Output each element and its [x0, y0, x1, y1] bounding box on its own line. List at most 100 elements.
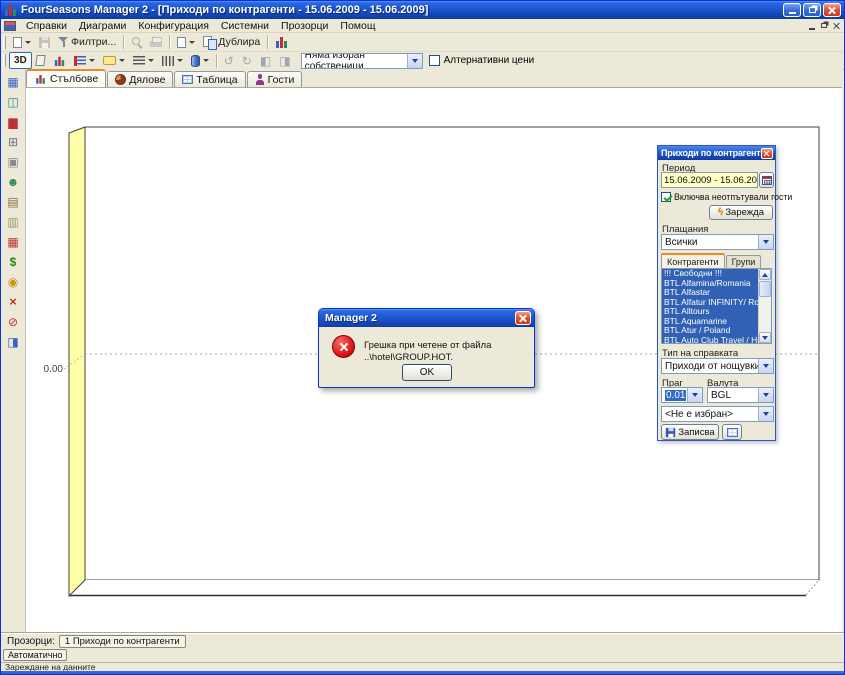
new-button[interactable] — [9, 34, 35, 51]
copy-button[interactable] — [173, 34, 199, 51]
rotate-ccw-button[interactable]: ↺ — [220, 52, 238, 69]
combo-dropdown-button[interactable] — [758, 235, 773, 249]
restore-button[interactable] — [803, 3, 821, 17]
calculator-button[interactable]: ⊞ — [4, 133, 23, 150]
separator — [123, 35, 124, 49]
tab-pie[interactable]: Дялове — [107, 71, 173, 87]
load-button[interactable]: ϟ Зарежда — [709, 205, 773, 220]
list-scrollbar[interactable] — [758, 269, 771, 343]
contragents-listbox[interactable]: !!! Свободни !!! BTL Alfamina/Romania BT… — [661, 268, 772, 344]
close-button[interactable] — [823, 3, 841, 17]
payments-button[interactable]: ◉ — [4, 273, 23, 290]
table-view-button[interactable] — [722, 424, 742, 440]
folder-report-button[interactable]: ▤ — [4, 193, 23, 210]
guests-button[interactable]: ☻ — [4, 173, 23, 190]
app-window: FourSeasons Manager 2 - [Приходи по конт… — [0, 0, 845, 675]
minimize-button[interactable] — [783, 3, 801, 17]
scrollbar-thumb[interactable] — [759, 281, 771, 297]
menu-reports[interactable]: Справки — [20, 20, 73, 32]
solid-button[interactable] — [187, 52, 213, 69]
chart-panel-button[interactable]: ◨ — [4, 333, 23, 350]
tab-table[interactable]: Таблица — [174, 71, 245, 87]
legend-button[interactable] — [70, 52, 99, 69]
threshold-combobox[interactable]: 0.01 — [661, 387, 703, 403]
panel-close-button[interactable] — [761, 148, 773, 159]
chart-button[interactable] — [271, 34, 292, 51]
combo-dropdown-button[interactable] — [687, 388, 702, 402]
window-toggle-button[interactable]: 1 Приходи по контрагенти — [59, 635, 186, 648]
alt-prices-checkbox[interactable] — [429, 55, 440, 66]
menu-help[interactable]: Помощ — [334, 20, 381, 32]
mdi-minimize-button[interactable] — [809, 28, 815, 30]
toolbar-grip[interactable] — [3, 54, 6, 67]
currency-combobox[interactable]: BGL — [707, 387, 774, 403]
copy-report-button[interactable]: ▣ — [4, 153, 23, 170]
list-item[interactable]: !!! Свободни !!! — [662, 269, 758, 279]
filter-button[interactable]: Филтри... — [54, 34, 120, 51]
list-item[interactable]: BTL Atur / Poland — [662, 326, 758, 336]
list-item[interactable]: BTL Auto Club Travel / Hunga — [662, 336, 758, 344]
tab-guests[interactable]: Гости — [247, 71, 303, 87]
depth-increase-button[interactable]: ◨ — [275, 52, 294, 69]
duplicate-button[interactable]: Дублира — [199, 34, 264, 51]
menu-configuration[interactable]: Конфигурация — [132, 20, 214, 32]
mdi-document-icon[interactable] — [4, 21, 16, 31]
clone-window-button[interactable]: ◫ — [4, 93, 23, 110]
payments-value: Всички — [665, 237, 697, 248]
depth-decrease-button[interactable]: ◧ — [256, 52, 275, 69]
panel-title-bar[interactable]: Приходи по контрагенти — [658, 146, 775, 160]
list-item[interactable]: BTL Alfamina/Romania — [662, 279, 758, 289]
mdi-close-button[interactable] — [833, 22, 840, 29]
scroll-down-button[interactable] — [759, 332, 771, 343]
scroll-up-button[interactable] — [759, 269, 771, 280]
list-item[interactable]: BTL Alltours — [662, 307, 758, 317]
mini-chart-button[interactable] — [49, 52, 70, 69]
owner-combobox[interactable]: Няма избран собственици — [301, 53, 423, 69]
rotate-cw-button[interactable]: ↻ — [238, 52, 256, 69]
pointer-button[interactable] — [32, 52, 49, 69]
dialog-title: Manager 2 — [325, 312, 515, 324]
list-item[interactable]: BTL Alfastar — [662, 288, 758, 298]
combo-dropdown-button[interactable] — [758, 359, 773, 373]
report-type-combobox[interactable]: Приходи от нощувки — [661, 358, 774, 374]
menu-diagrams[interactable]: Диаграми — [73, 20, 132, 32]
print-button[interactable] — [146, 34, 166, 51]
template-combobox[interactable]: <Не е избран> — [661, 406, 774, 422]
list-item[interactable]: BTL Alfatur INFINITY/ Romani — [662, 298, 758, 308]
panel-tab-groups[interactable]: Групи — [726, 255, 762, 268]
windows-grid-button[interactable]: ▦ — [4, 73, 23, 90]
mdi-restore-button[interactable] — [821, 23, 827, 28]
ok-button[interactable]: OK — [402, 364, 452, 381]
menu-system[interactable]: Системни — [215, 20, 275, 32]
combo-dropdown-button[interactable] — [758, 388, 773, 402]
include-guests-checkbox[interactable] — [661, 192, 671, 202]
auto-button[interactable]: Автоматично — [3, 649, 67, 661]
dialog-title-bar[interactable]: Manager 2 — [319, 309, 534, 327]
chart-report-button[interactable]: ▆ — [4, 113, 23, 130]
menu-windows[interactable]: Прозорци — [275, 20, 334, 32]
tab-bars[interactable]: Стълбове — [26, 69, 106, 87]
3d-toggle-button[interactable]: 3D — [9, 52, 32, 69]
save-button[interactable] — [35, 34, 54, 51]
print-preview-button[interactable] — [127, 34, 146, 51]
h-grid-button[interactable] — [129, 52, 158, 69]
void-payment-button[interactable]: ⊘ — [4, 313, 23, 330]
chevron-down-icon — [177, 59, 183, 62]
labels-button[interactable] — [99, 52, 129, 69]
dialog-close-button[interactable] — [515, 311, 531, 325]
toolbar-grip[interactable] — [3, 36, 6, 49]
currency-button[interactable]: $ — [4, 253, 23, 270]
combo-dropdown-button[interactable] — [758, 407, 773, 421]
panel-tab-contragents[interactable]: Контрагенти — [661, 253, 725, 268]
cancel-operation-button[interactable]: × — [4, 293, 23, 310]
list-item[interactable]: BTL Aquamarine — [662, 317, 758, 327]
v-grid-button[interactable] — [158, 52, 187, 69]
calendar-button[interactable] — [759, 172, 774, 188]
payments-combobox[interactable]: Всички — [661, 234, 774, 250]
period-input[interactable]: 15.06.2009 - 15.06.2009 — [661, 172, 758, 188]
grid-report-button[interactable]: ▦ — [4, 233, 23, 250]
chevron-down-icon — [763, 393, 769, 397]
ledger-button[interactable]: ▥ — [4, 213, 23, 230]
save-report-button[interactable]: Записва — [661, 424, 719, 440]
combo-dropdown-button[interactable] — [407, 54, 422, 68]
